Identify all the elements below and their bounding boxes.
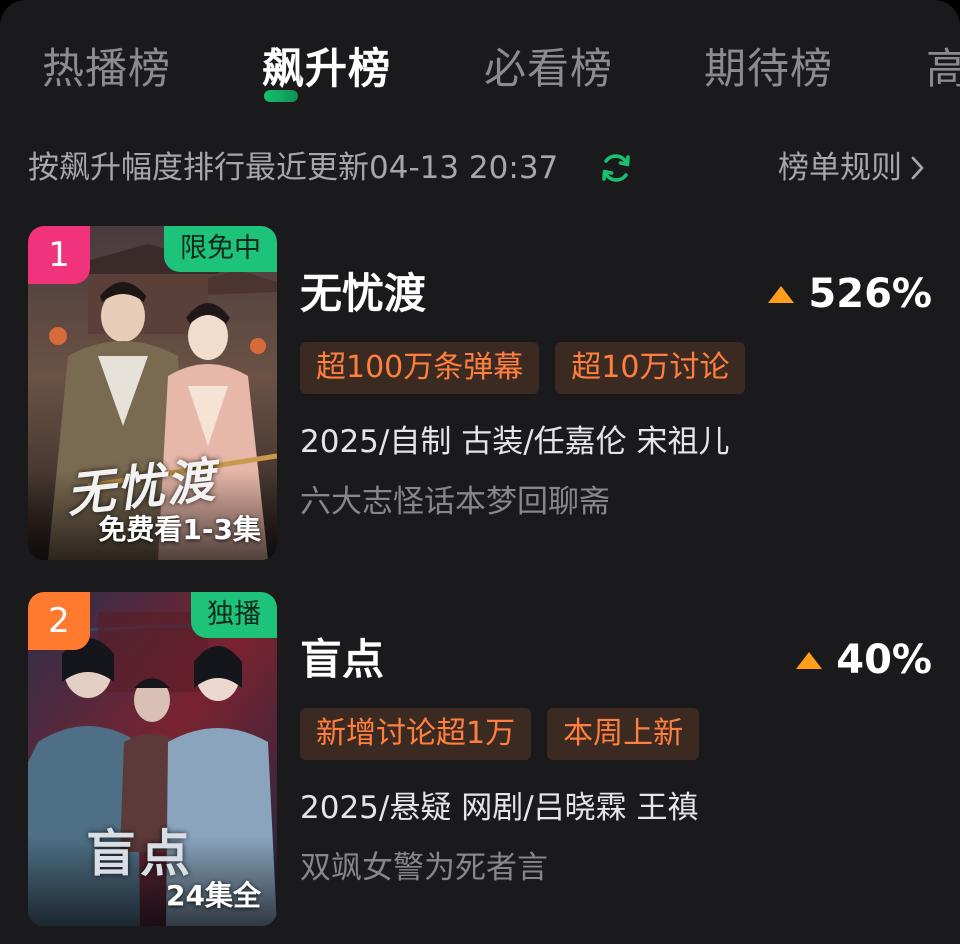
poster-episode-note: 免费看1-3集: [98, 513, 261, 546]
poster-episode-note: 24集全: [166, 879, 261, 912]
item-info: 盲点 40% 新增讨论超1万 本周上新 2025/悬疑 网剧/吕晓霖 王禛 双飒…: [300, 592, 932, 926]
list-item[interactable]: 无忧渡 免费看1-3集 1 限免中 无忧渡 526% 超100万条弹幕 超10万…: [28, 226, 932, 560]
rank-badge: 1: [28, 226, 90, 284]
tab-hot[interactable]: 热播榜: [42, 38, 171, 100]
active-tab-indicator: [264, 90, 298, 102]
growth-indicator: 40%: [796, 632, 932, 688]
rules-label: 榜单规则: [778, 150, 902, 186]
tag-list: 新增讨论超1万 本周上新: [300, 708, 700, 760]
ranking-tabs: 热播榜 飙升榜 必看榜 期待榜 高: [0, 38, 960, 108]
list-subheader: 按飙升幅度排行最近更新04-13 20:37 榜单规则: [28, 140, 932, 196]
tag: 本周上新: [547, 708, 700, 760]
exclusive-tag: 独播: [191, 592, 277, 638]
item-info: 无忧渡 526% 超100万条弹幕 超10万讨论 2025/自制 古装/任嘉伦 …: [300, 226, 932, 560]
refresh-icon[interactable]: [598, 150, 634, 186]
growth-indicator: 526%: [768, 266, 932, 322]
free-tag: 限免中: [164, 226, 277, 272]
item-description: 双飒女警为死者言: [300, 850, 548, 886]
chart-list-panel: 热播榜 飙升榜 必看榜 期待榜 高 按飙升幅度排行最近更新04-13 20:37…: [0, 0, 960, 944]
list-item[interactable]: 盲点 24集全 2 独播 盲点 40% 新增讨论超1万 本周上新 2025/悬疑…: [28, 592, 932, 926]
rank-badge: 2: [28, 592, 90, 650]
chevron-right-icon: [911, 156, 924, 180]
tab-more[interactable]: 高: [926, 38, 960, 100]
item-meta: 2025/自制 古装/任嘉伦 宋祖儿: [300, 424, 730, 460]
tag: 超100万条弹幕: [300, 342, 540, 394]
item-title[interactable]: 盲点: [300, 632, 384, 688]
growth-value: 40%: [836, 637, 932, 683]
tab-must-watch[interactable]: 必看榜: [484, 38, 613, 100]
up-arrow-icon: [768, 285, 795, 303]
tag-list: 超100万条弹幕 超10万讨论: [300, 342, 746, 394]
item-meta: 2025/悬疑 网剧/吕晓霖 王禛: [300, 790, 699, 826]
tab-anticipated[interactable]: 期待榜: [704, 38, 833, 100]
tag: 超10万讨论: [555, 342, 746, 394]
tag: 新增讨论超1万: [300, 708, 532, 760]
poster[interactable]: 无忧渡 免费看1-3集 1 限免中: [28, 226, 277, 560]
poster[interactable]: 盲点 24集全 2 独播: [28, 592, 277, 926]
rules-link[interactable]: 榜单规则: [778, 140, 926, 196]
growth-value: 526%: [808, 271, 932, 317]
update-info: 按飙升幅度排行最近更新04-13 20:37: [28, 150, 559, 186]
item-title[interactable]: 无忧渡: [300, 266, 426, 322]
up-arrow-icon: [796, 651, 823, 669]
item-description: 六大志怪话本梦回聊斋: [300, 484, 610, 520]
